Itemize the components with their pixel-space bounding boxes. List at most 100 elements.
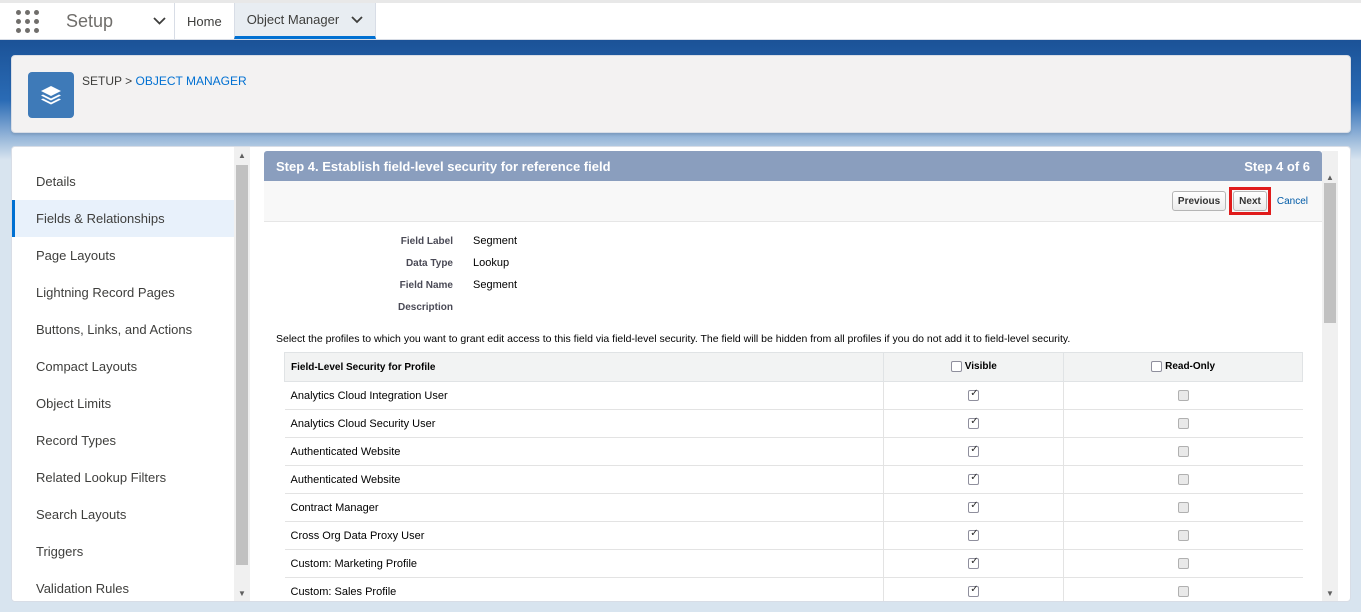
step-title: Step 4. Establish field-level security f… [276, 158, 611, 174]
scroll-up-arrow-icon[interactable]: ▲ [234, 149, 250, 163]
previous-button[interactable]: Previous [1171, 191, 1227, 211]
sidebar-item-details[interactable]: Details [12, 163, 234, 200]
read-only-checkbox[interactable] [1177, 418, 1189, 430]
main-scrollbar[interactable]: ▲ ▼ [1322, 151, 1338, 601]
column-header-label: Field-Level Security for Profile [291, 361, 436, 373]
field-info-value: Segment [473, 235, 518, 247]
sidebar-item-buttons-links-actions[interactable]: Buttons, Links, and Actions [12, 311, 234, 348]
read-only-checkbox[interactable] [1177, 530, 1189, 542]
sidebar-item-search-layouts[interactable]: Search Layouts [12, 496, 234, 533]
read-only-cell [1063, 549, 1303, 578]
page-header: SETUP > OBJECT MANAGER [11, 55, 1351, 133]
table-row: Authenticated Website [284, 437, 1303, 466]
visible-cell [883, 437, 1065, 466]
read-only-cell [1063, 493, 1303, 522]
profile-name: Authenticated Website [284, 465, 885, 494]
global-nav: Setup Home Object Manager [0, 0, 1361, 40]
visible-checkbox[interactable] [968, 528, 980, 542]
read-only-checkbox[interactable] [1177, 474, 1189, 486]
visible-checkbox[interactable] [968, 472, 980, 486]
column-header-visible: Visible [883, 352, 1065, 382]
main-scroll-thumb[interactable] [1324, 183, 1336, 323]
sidebar-item-label: Fields & Relationships [36, 211, 165, 226]
chevron-down-icon[interactable] [351, 13, 363, 27]
sidebar-item-page-layouts[interactable]: Page Layouts [12, 237, 234, 274]
sidebar-item-label: Record Types [36, 433, 116, 448]
sidebar-item-object-limits[interactable]: Object Limits [12, 385, 234, 422]
cancel-link[interactable]: Cancel [1277, 196, 1308, 207]
app-launcher-button[interactable] [0, 3, 54, 39]
visible-checkbox[interactable] [968, 556, 980, 570]
field-info-label: Description [397, 302, 453, 313]
read-only-cell [1063, 437, 1303, 466]
field-info-row: Field Label Segment [264, 232, 864, 254]
sidebar-item-label: Buttons, Links, and Actions [36, 322, 193, 337]
column-header-read-only: Read-Only [1063, 352, 1303, 382]
step-counter: Step 4 of 6 [1244, 158, 1310, 174]
read-only-checkbox[interactable] [1177, 586, 1189, 598]
profile-name: Contract Manager [284, 493, 885, 522]
field-info-value: Segment [473, 279, 518, 291]
field-info-row: Data Type Lookup [264, 254, 864, 276]
app-name: Setup [66, 10, 114, 31]
field-info: Field Label Segment Data Type Lookup Fie… [264, 222, 1322, 326]
column-header-label: Visible [964, 361, 997, 373]
sidebar-item-related-lookup-filters[interactable]: Related Lookup Filters [12, 459, 234, 496]
scroll-down-arrow-icon[interactable]: ▼ [1322, 587, 1338, 601]
visible-cell [883, 577, 1065, 601]
read-only-cell [1063, 521, 1303, 550]
sidebar-item-triggers[interactable]: Triggers [12, 533, 234, 570]
visible-checkbox[interactable] [968, 416, 980, 430]
nav-tab-label: Object Manager [246, 12, 340, 27]
read-only-cell [1063, 409, 1303, 438]
profile-name: Analytics Cloud Security User [284, 409, 885, 438]
nav-tab-label: Home [187, 13, 222, 29]
profile-name: Custom: Marketing Profile [284, 549, 885, 578]
sidebar-item-record-types[interactable]: Record Types [12, 422, 234, 459]
field-info-row: Description [264, 298, 864, 320]
scroll-down-arrow-icon[interactable]: ▼ [234, 587, 250, 601]
sidebar-item-validation-rules[interactable]: Validation Rules [12, 570, 234, 601]
visible-cell [883, 465, 1065, 494]
sidebar-list: Details Fields & Relationships Page Layo… [12, 163, 234, 601]
table-row: Analytics Cloud Security User [284, 409, 1303, 438]
read-only-cell [1063, 465, 1303, 494]
read-only-checkbox[interactable] [1177, 502, 1189, 514]
breadcrumb-setup: SETUP [82, 74, 122, 88]
visible-checkbox[interactable] [968, 388, 980, 402]
chevron-down-icon[interactable] [144, 3, 174, 39]
nav-tab-object-manager[interactable]: Object Manager [233, 3, 377, 39]
breadcrumb-object-manager-link[interactable]: OBJECT MANAGER [136, 74, 247, 88]
visible-cell [883, 381, 1065, 410]
visible-checkbox[interactable] [968, 500, 980, 514]
sidebar-scroll-thumb[interactable] [236, 165, 248, 565]
nav-tab-home[interactable]: Home [174, 3, 234, 39]
read-only-cell [1063, 381, 1303, 410]
sidebar-item-fields-relationships[interactable]: Fields & Relationships [12, 200, 234, 237]
content-area: Details Fields & Relationships Page Layo… [11, 146, 1351, 602]
sidebar-item-label: Triggers [36, 544, 84, 559]
sidebar-item-label: Validation Rules [36, 581, 129, 596]
sidebar-item-compact-layouts[interactable]: Compact Layouts [12, 348, 234, 385]
read-only-checkbox[interactable] [1177, 390, 1189, 402]
sidebar-scrollbar[interactable]: ▲ ▼ [234, 147, 250, 601]
object-sidebar: Details Fields & Relationships Page Layo… [12, 147, 234, 601]
instructions-text: Select the profiles to which you want to… [276, 333, 1071, 345]
field-info-label: Field Label [400, 236, 453, 247]
select-all-read-only-checkbox[interactable] [1151, 361, 1163, 373]
profile-name: Custom: Sales Profile [284, 577, 885, 601]
table-row: Custom: Sales Profile [284, 577, 1303, 601]
select-all-visible-checkbox[interactable] [950, 361, 962, 373]
wizard-panel: Step 4. Establish field-level security f… [264, 151, 1322, 601]
next-button[interactable]: Next [1233, 191, 1267, 211]
column-header-profile: Field-Level Security for Profile [283, 352, 885, 382]
read-only-checkbox[interactable] [1177, 446, 1189, 458]
visible-checkbox[interactable] [968, 444, 980, 458]
sidebar-item-label: Lightning Record Pages [36, 285, 175, 300]
visible-checkbox[interactable] [968, 584, 980, 598]
read-only-cell [1063, 577, 1303, 601]
step-header: Step 4. Establish field-level security f… [264, 151, 1322, 181]
table-row: Contract Manager [284, 493, 1303, 522]
read-only-checkbox[interactable] [1177, 558, 1189, 570]
sidebar-item-lightning-record-pages[interactable]: Lightning Record Pages [12, 274, 234, 311]
